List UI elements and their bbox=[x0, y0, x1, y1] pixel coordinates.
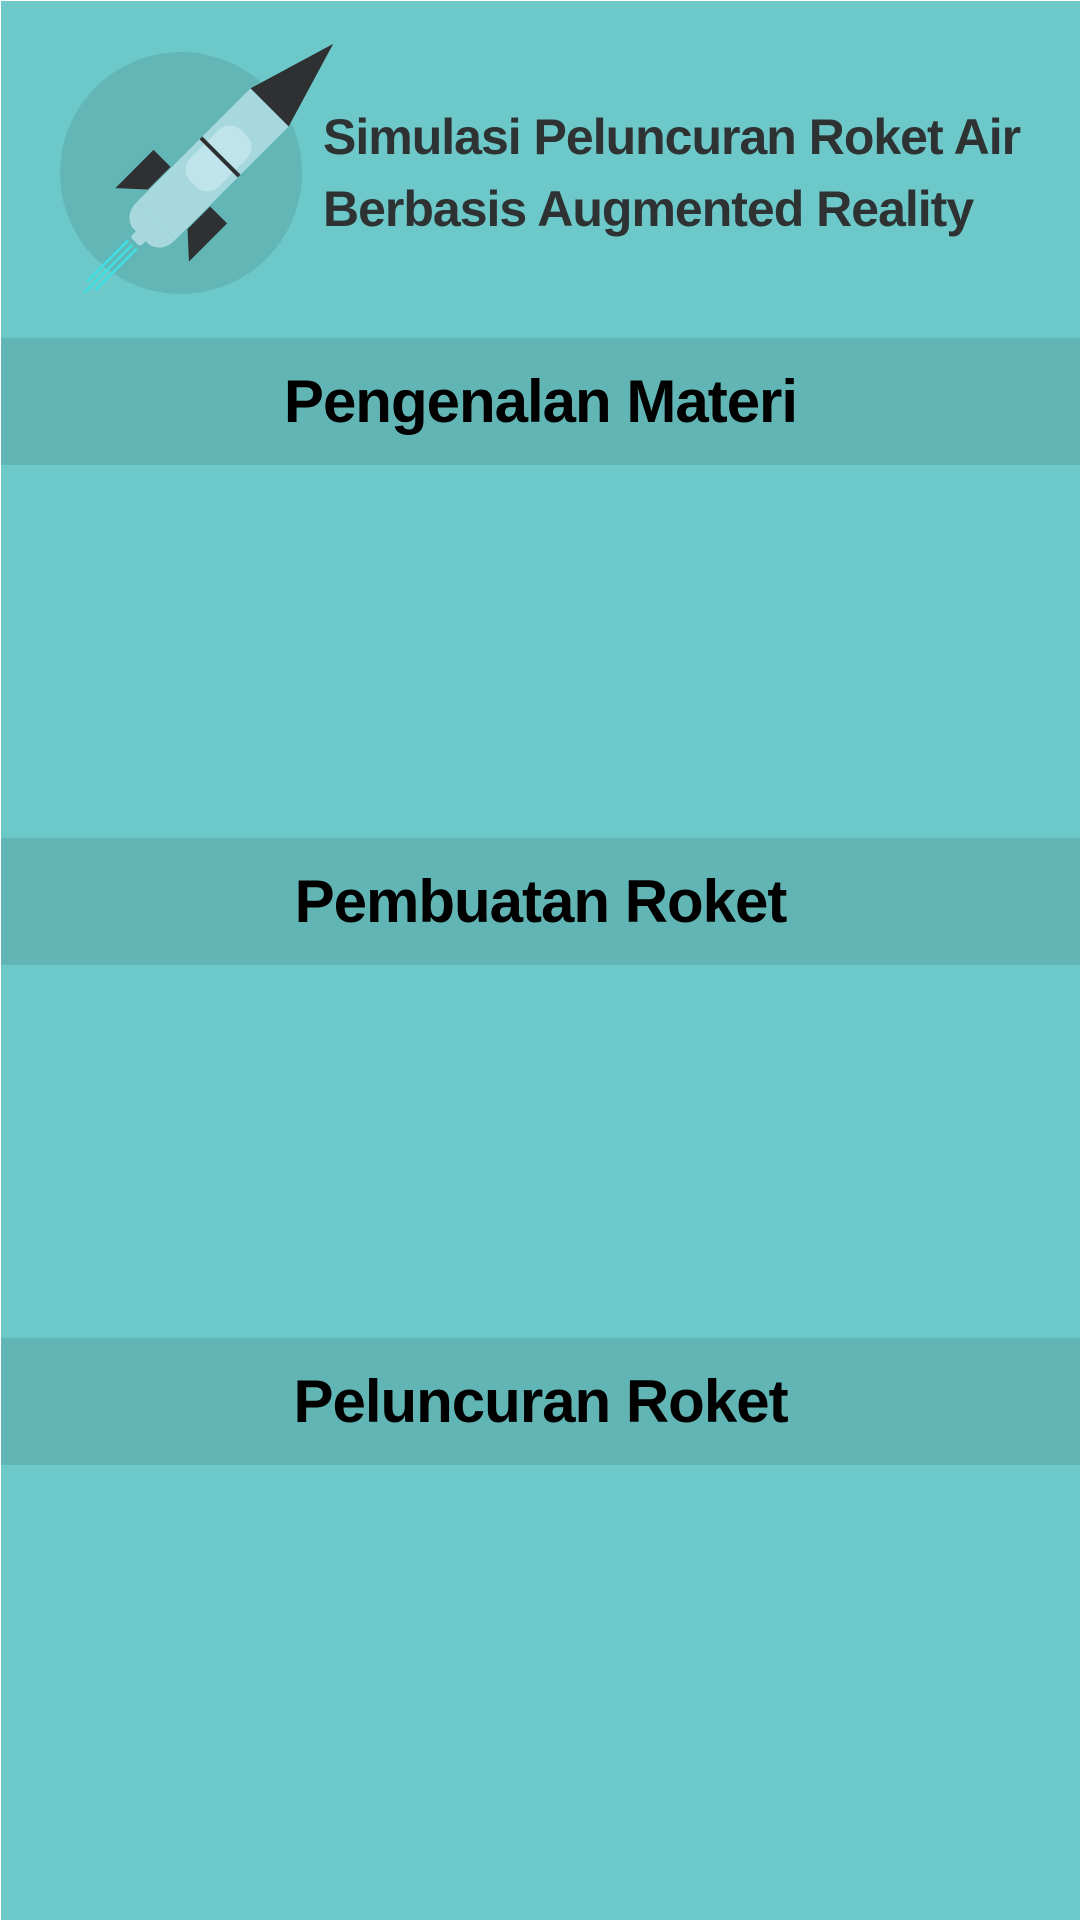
menu-label-peluncuran-roket: Peluncuran Roket bbox=[293, 1368, 788, 1435]
menu-label-pengenalan-materi: Pengenalan Materi bbox=[283, 368, 798, 435]
app-title-line-2: Berbasis Augmented Reality bbox=[323, 181, 974, 237]
menu-label-pembuatan-roket: Pembuatan Roket bbox=[294, 868, 788, 935]
water-rocket-icon bbox=[60, 43, 334, 294]
app-title: Simulasi Peluncuran Roket Air Berbasis A… bbox=[323, 101, 1068, 245]
app-screen: Simulasi Peluncuran Roket Air Berbasis A… bbox=[1, 1, 1080, 1920]
menu-button-peluncuran-roket[interactable]: Peluncuran Roket bbox=[1, 1338, 1080, 1465]
app-logo bbox=[56, 41, 336, 321]
menu-button-pembuatan-roket[interactable]: Pembuatan Roket bbox=[1, 838, 1080, 965]
app-header: Simulasi Peluncuran Roket Air Berbasis A… bbox=[1, 1, 1080, 338]
app-title-line-1: Simulasi Peluncuran Roket Air bbox=[323, 109, 1021, 165]
menu-button-pengenalan-materi[interactable]: Pengenalan Materi bbox=[1, 338, 1080, 465]
